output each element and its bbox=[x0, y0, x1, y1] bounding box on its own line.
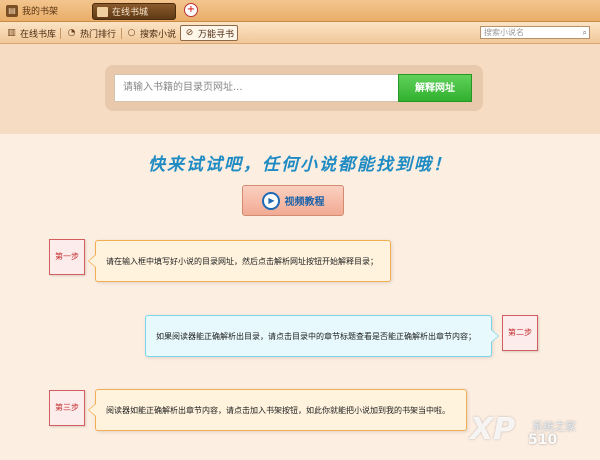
novel-search-input[interactable]: 搜索小说名 ⌕ bbox=[480, 26, 590, 39]
toolbar-item-search-novel[interactable]: ○ 搜索小说 bbox=[126, 25, 176, 41]
site-watermark: XP 系统之家 510 bbox=[470, 412, 596, 456]
toolbar-item-label: 万能寻书 bbox=[198, 29, 235, 40]
watermark-site-number: 510 bbox=[528, 432, 558, 448]
mybooks-tab[interactable]: ▤ 我的书架 bbox=[6, 4, 58, 17]
play-icon: ▶ bbox=[261, 191, 280, 210]
hot-ranking-icon: ◔ bbox=[67, 28, 76, 38]
step-two-text: 如果阅读器能正确解析出目录，请点击目录中的章节标题查看是否能正确解析出章节内容； bbox=[156, 331, 476, 341]
bubble-pointer bbox=[88, 403, 96, 417]
store-tab-label: 在线书城 bbox=[112, 8, 149, 18]
toolbar-item-hot-ranking[interactable]: ◔ 热门排行 bbox=[66, 25, 116, 41]
search-icon: ○ bbox=[127, 28, 136, 38]
bookshelf-icon: ▤ bbox=[6, 4, 18, 17]
bubble-pointer bbox=[88, 254, 96, 268]
step-three-bubble: 阅读器如能正确解析出章节内容，请点击加入书架按钮，如此你就能把小说加到我的书架当… bbox=[88, 389, 467, 431]
toolbar-item-label: 热门排行 bbox=[80, 29, 117, 40]
step-three-text: 阅读器如能正确解析出章节内容，请点击加入书架按钮，如此你就能把小说加到我的书架当… bbox=[106, 405, 450, 415]
toolbar-item-label: 搜索小说 bbox=[140, 29, 177, 40]
watermark-brand: XP bbox=[470, 412, 516, 447]
slogan-text: 快来试试吧，任何小说都能找到哦！ bbox=[148, 155, 452, 175]
compass-icon: ⊘ bbox=[185, 28, 194, 38]
title-bar: ▤ 我的书架 在线书城 + bbox=[0, 0, 600, 22]
divider bbox=[121, 28, 122, 39]
step-two-bubble: 如果阅读器能正确解析出目录，请点击目录中的章节标题查看是否能正确解析出章节内容； bbox=[145, 315, 499, 357]
toolbar-item-universal-search[interactable]: ⊘ 万能寻书 bbox=[180, 25, 239, 41]
divider bbox=[60, 28, 61, 39]
toolbar-item-online-library[interactable]: ▥ 在线书库 bbox=[6, 25, 56, 41]
mybooks-label: 我的书架 bbox=[22, 7, 59, 17]
store-icon bbox=[97, 6, 108, 17]
online-store-tab[interactable]: 在线书城 bbox=[92, 3, 176, 20]
video-tutorial-label: 视频教程 bbox=[284, 197, 325, 208]
search-icon[interactable]: ⌕ bbox=[583, 27, 587, 38]
search-placeholder: 搜索小说名 bbox=[484, 28, 524, 37]
parse-url-button[interactable]: 解释网址 bbox=[398, 74, 472, 102]
step-two-badge: 第二步 bbox=[502, 315, 538, 351]
step-one-badge: 第一步 bbox=[49, 239, 85, 275]
step-one-text: 请在输入框中填写好小说的目录网址，然后点击解析网址按钮开始解释目录； bbox=[106, 256, 378, 266]
step-one-bubble: 请在输入框中填写好小说的目录网址，然后点击解析网址按钮开始解释目录； bbox=[88, 240, 391, 282]
video-tutorial-button[interactable]: ▶ 视频教程 bbox=[242, 185, 344, 216]
catalog-url-input[interactable]: 请输入书籍的目录页网址... bbox=[114, 74, 400, 102]
step-three-badge: 第三步 bbox=[49, 390, 85, 426]
bubble-pointer bbox=[491, 329, 499, 343]
toolbar-item-label: 在线书库 bbox=[20, 29, 57, 40]
bookshelf-icon: ▥ bbox=[7, 28, 16, 38]
new-tab-button[interactable]: + bbox=[184, 3, 198, 17]
